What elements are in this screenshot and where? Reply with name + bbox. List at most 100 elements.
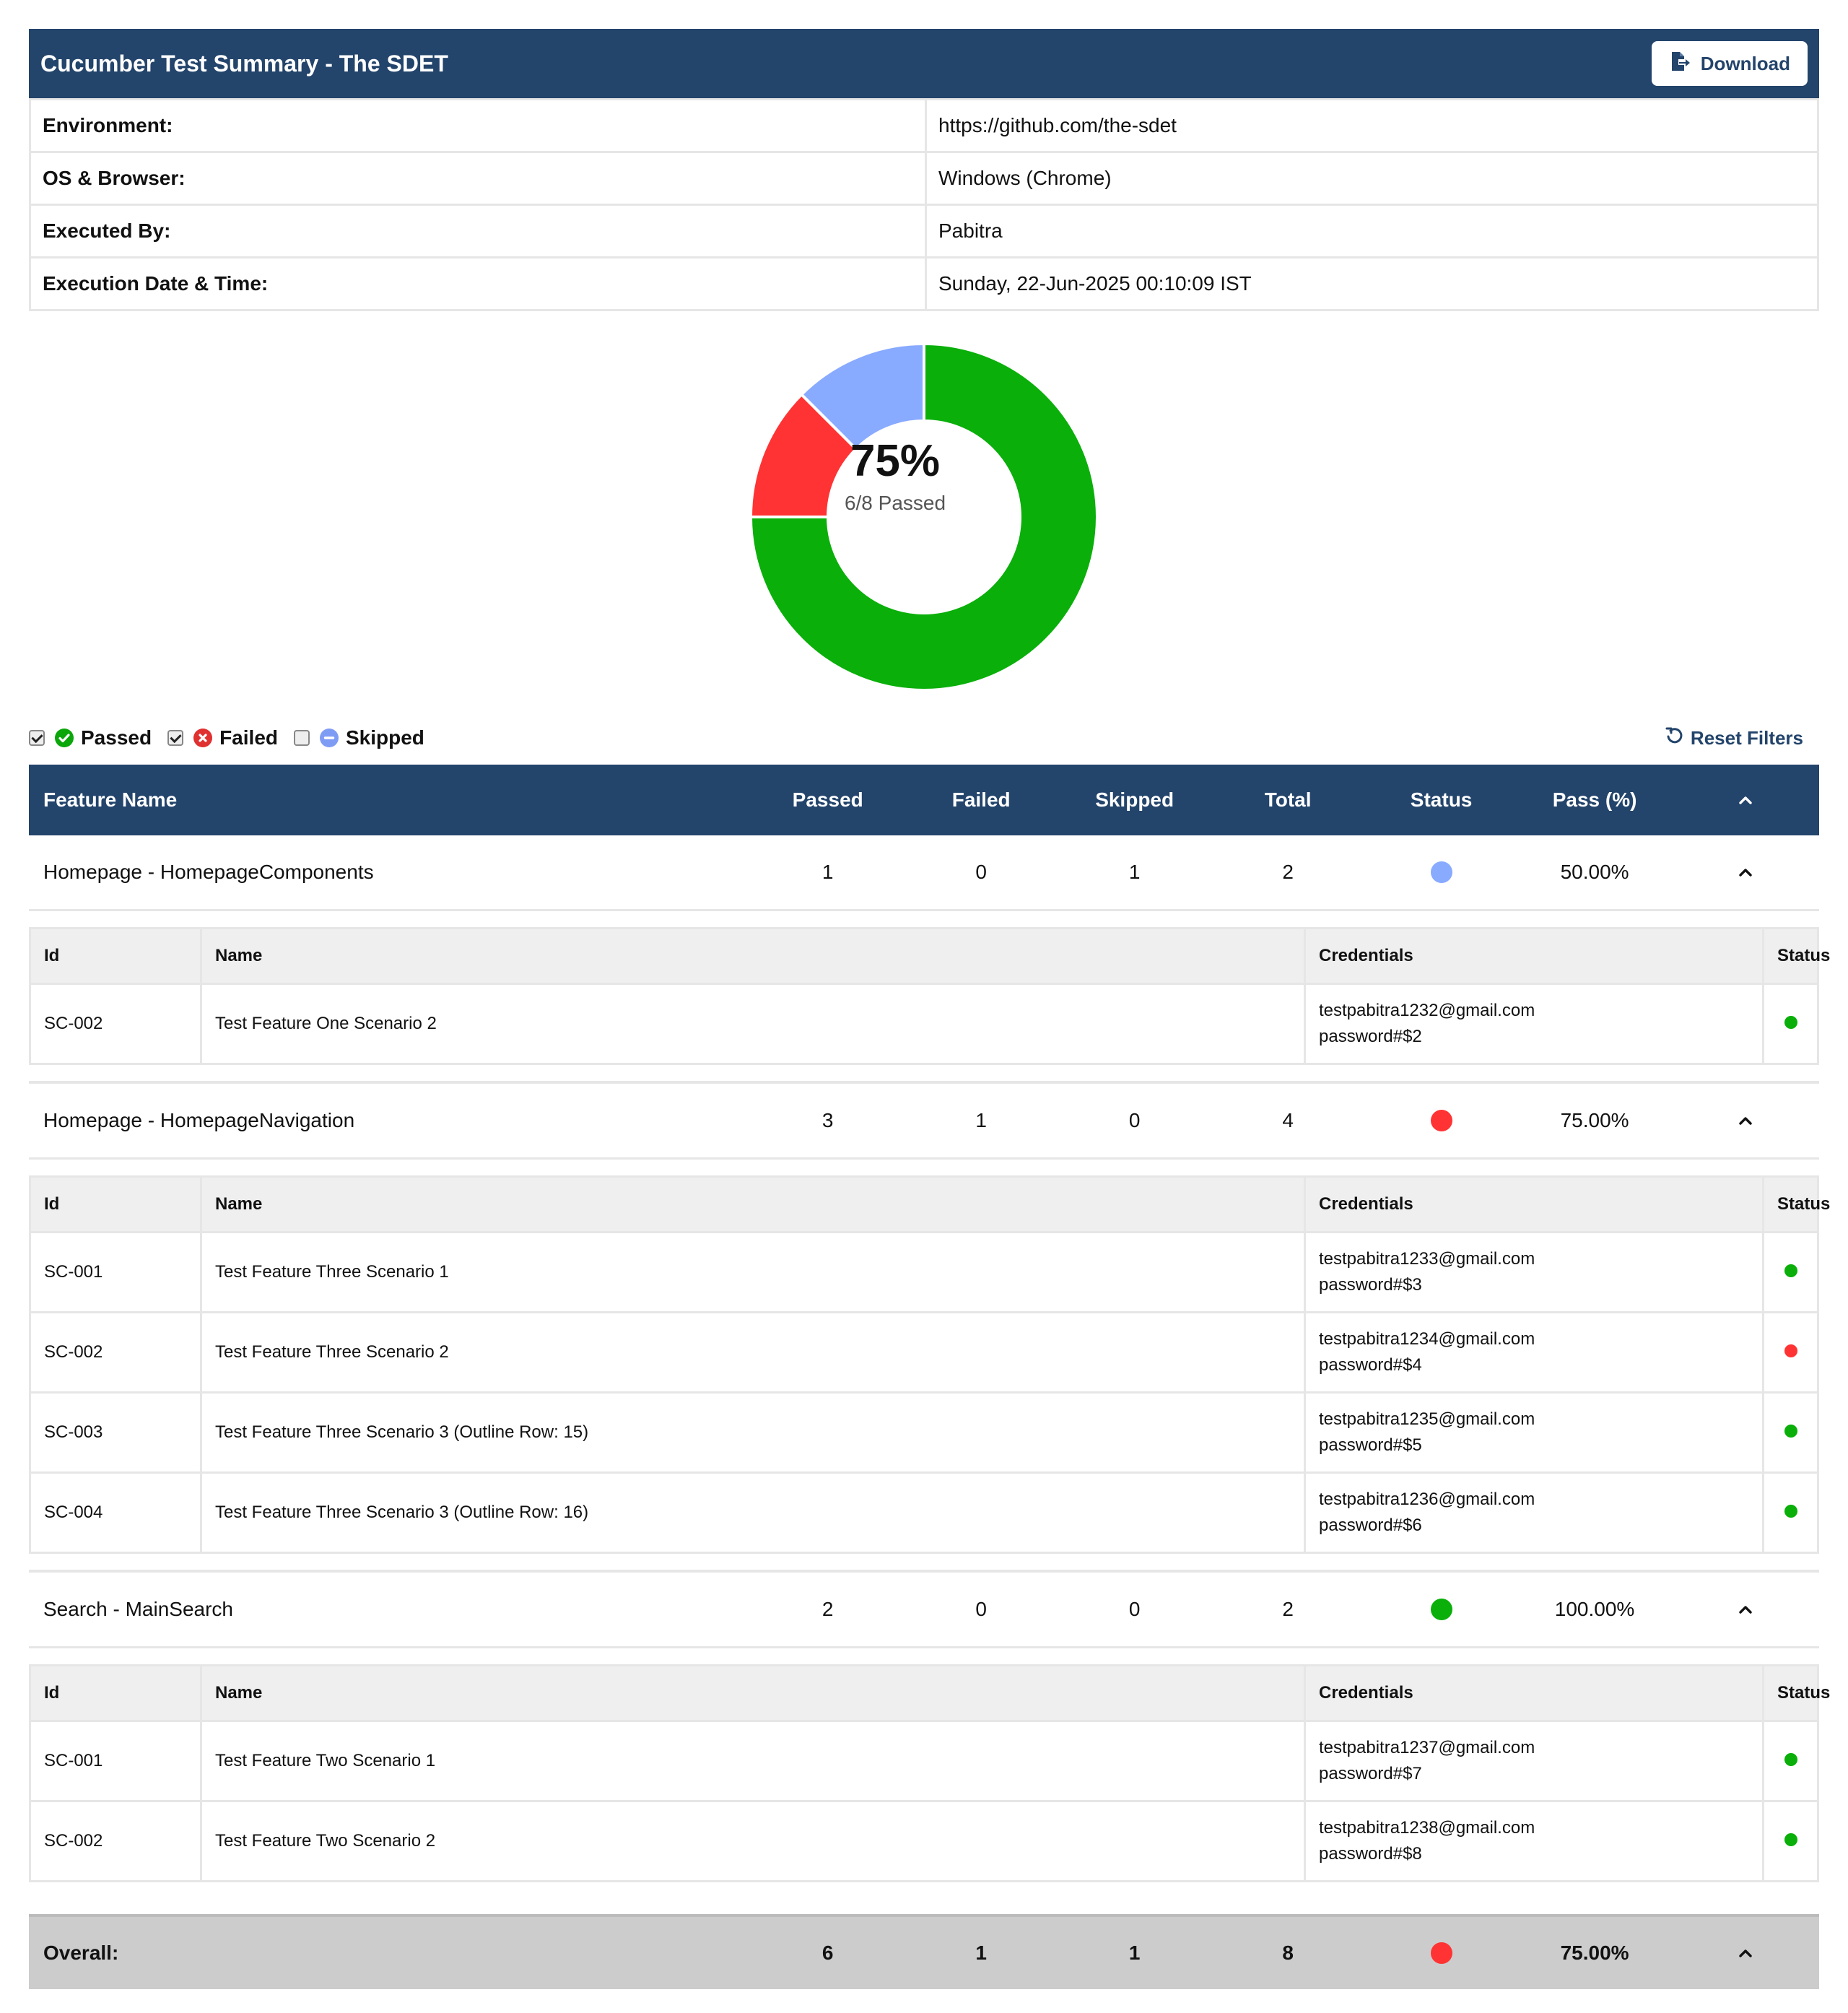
scenario-header-status: Status <box>1762 1175 1830 1233</box>
scenario-id: SC-002 <box>29 1311 202 1394</box>
feature-status <box>1364 1599 1517 1620</box>
info-value: Pabitra <box>925 204 1819 258</box>
scenario-name: Test Feature Three Scenario 2 <box>200 1311 1306 1394</box>
collapse-all-toggle[interactable] <box>1671 791 1819 809</box>
filter-skipped-label: Skipped <box>346 726 424 749</box>
feature-total: 2 <box>1282 861 1294 883</box>
feature-skipped: 0 <box>1128 1109 1141 1131</box>
skipped-checkbox[interactable] <box>294 730 310 746</box>
report-container: Cucumber Test Summary - The SDET Downloa… <box>29 29 1830 1989</box>
download-label: Download <box>1700 52 1790 74</box>
scenario-name: Test Feature Two Scenario 2 <box>200 1800 1306 1882</box>
scenario-name: Test Feature Three Scenario 3 (Outline R… <box>200 1391 1306 1474</box>
credential-password: password#$6 <box>1319 1516 1422 1535</box>
feature-status <box>1364 861 1517 883</box>
feature-toggle[interactable] <box>1671 863 1819 882</box>
status-dot-icon <box>1784 1833 1797 1846</box>
status-dot-icon <box>1784 1264 1797 1277</box>
status-dot-icon <box>1784 1753 1797 1766</box>
filter-passed[interactable]: Passed <box>29 726 152 749</box>
info-value: Windows (Chrome) <box>925 151 1819 206</box>
feature-pass-pct: 50.00% <box>1560 861 1629 883</box>
overall-status <box>1364 1942 1517 1964</box>
scenario-status <box>1762 1391 1819 1474</box>
feature-total: 4 <box>1282 1109 1294 1131</box>
overall-toggle[interactable] <box>1671 1944 1819 1962</box>
feature-toggle[interactable] <box>1671 1111 1819 1130</box>
passed-checkbox[interactable] <box>29 730 45 746</box>
export-file-icon <box>1669 51 1691 77</box>
header-status: Status <box>1410 788 1473 811</box>
scenario-id: SC-003 <box>29 1391 202 1474</box>
scenario-credentials: testpabitra1237@gmail.com password#$7 <box>1304 1720 1764 1802</box>
scenario-header-status: Status <box>1762 1664 1830 1722</box>
scenario-name: Test Feature Three Scenario 1 <box>200 1231 1306 1313</box>
scenario-row: SC-001 Test Feature Three Scenario 1 testp… <box>29 1231 1819 1313</box>
feature-list: Homepage - HomepageComponents 1 0 1 2 50.00% I… <box>29 835 1830 1898</box>
scenario-table: Id Name Credentials Status SC-001 Test Featur… <box>29 1664 1830 1882</box>
scenario-header-name: Name <box>200 927 1306 985</box>
feature-row[interactable]: Homepage - HomepageComponents 1 0 1 2 50.00% <box>29 835 1819 911</box>
info-row: OS & Browser: Windows (Chrome) <box>29 151 1819 206</box>
header-total: Total <box>1264 788 1312 811</box>
scenario-row: SC-004 Test Feature Three Scenario 3 (Out… <box>29 1471 1819 1554</box>
scenario-table: Id Name Credentials Status SC-002 Test Featur… <box>29 927 1830 1065</box>
scenario-header-credentials: Credentials <box>1304 927 1764 985</box>
feature-passed: 1 <box>821 861 834 883</box>
scenario-panel: Id Name Credentials Status SC-001 Test Featur… <box>29 1648 1830 1898</box>
credential-password: password#$5 <box>1319 1435 1422 1455</box>
feature-name: Search - MainSearch <box>43 1598 234 1620</box>
scenario-panel: Id Name Credentials Status SC-002 Test Featur… <box>29 911 1830 1081</box>
scenario-panel: Id Name Credentials Status SC-001 Test Featur… <box>29 1160 1830 1570</box>
scenario-credentials: testpabitra1236@gmail.com password#$6 <box>1304 1471 1764 1554</box>
feature-skipped: 0 <box>1128 1598 1141 1620</box>
failed-checkbox[interactable] <box>167 730 184 746</box>
feature-failed: 0 <box>975 1598 987 1620</box>
scenario-id: SC-001 <box>29 1720 202 1802</box>
status-dot-icon <box>1784 1344 1797 1357</box>
scenario-row: SC-002 Test Feature Two Scenario 2 testpab… <box>29 1800 1819 1882</box>
feature-total: 2 <box>1282 1598 1294 1620</box>
credential-email: testpabitra1234@gmail.com <box>1319 1329 1535 1349</box>
scenario-header-id: Id <box>29 1175 202 1233</box>
feature-toggle[interactable] <box>1671 1600 1819 1619</box>
filter-failed-label: Failed <box>219 726 278 749</box>
overall-row: Overall: 6 1 1 8 75.00% <box>29 1914 1819 1989</box>
credential-password: password#$4 <box>1319 1355 1422 1375</box>
filter-skipped[interactable]: Skipped <box>294 726 424 749</box>
feature-status <box>1364 1110 1517 1131</box>
scenario-status <box>1762 1720 1819 1802</box>
filter-failed[interactable]: Failed <box>167 726 278 749</box>
scenario-row: SC-002 Test Feature One Scenario 2 testpab… <box>29 983 1819 1065</box>
feature-table-header: Feature Name Passed Failed Skipped Total… <box>29 765 1819 835</box>
credential-email: testpabitra1232@gmail.com <box>1319 1001 1535 1020</box>
reset-filters-button[interactable]: Reset Filters <box>1665 726 1803 750</box>
scenario-id: SC-002 <box>29 1800 202 1882</box>
scenario-status <box>1762 983 1819 1065</box>
feature-name: Homepage - HomepageComponents <box>43 861 374 883</box>
scenario-status <box>1762 1311 1819 1394</box>
passed-count-label: 6/8 Passed <box>844 492 946 514</box>
chevron-up-icon <box>1738 1117 1752 1125</box>
header-pass-pct: Pass (%) <box>1552 788 1637 811</box>
feature-row[interactable]: Search - MainSearch 2 0 0 2 100.00% <box>29 1570 1819 1648</box>
scenario-id: SC-002 <box>29 983 202 1065</box>
feature-row[interactable]: Homepage - HomepageNavigation 3 1 0 4 75.00% <box>29 1081 1819 1160</box>
scenario-credentials: testpabitra1232@gmail.com password#$2 <box>1304 983 1764 1065</box>
chevron-up-icon <box>1738 1606 1752 1614</box>
scenario-header-status: Status <box>1762 927 1830 985</box>
info-value: Sunday, 22-Jun-2025 00:10:09 IST <box>925 256 1819 311</box>
overall-pass-pct: 75.00% <box>1560 1942 1629 1964</box>
info-row: Executed By: Pabitra <box>29 204 1819 258</box>
status-dot-icon <box>1430 861 1452 883</box>
scenario-row: SC-001 Test Feature Two Scenario 1 testpab… <box>29 1720 1819 1802</box>
status-dot-icon <box>1430 1110 1452 1131</box>
chevron-up-icon <box>1738 869 1752 877</box>
info-value: https://github.com/the-sdet <box>925 98 1819 153</box>
credential-email: testpabitra1233@gmail.com <box>1319 1249 1535 1269</box>
feature-passed: 2 <box>821 1598 834 1620</box>
status-dot-icon <box>1430 1942 1452 1964</box>
scenario-status <box>1762 1471 1819 1554</box>
download-button[interactable]: Download <box>1651 41 1808 86</box>
feature-passed: 3 <box>821 1109 834 1131</box>
